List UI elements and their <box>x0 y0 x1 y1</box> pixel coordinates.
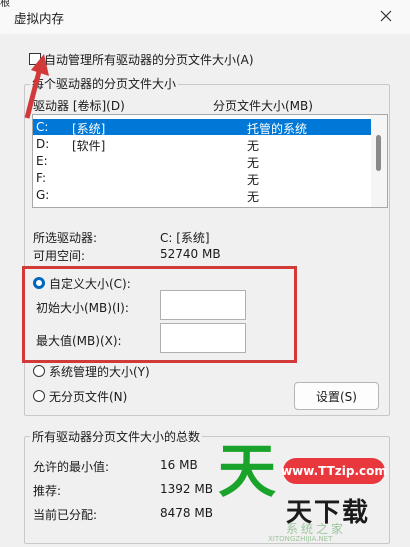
drive-letter: D: <box>36 137 50 151</box>
drive-volume-label: [软件] <box>72 139 106 153</box>
drive-paging-size: 无 <box>247 139 260 153</box>
set-button[interactable]: 设置(S) <box>294 382 379 410</box>
watermark-logo-glyph: 天 <box>218 437 277 505</box>
list-item[interactable]: G: 无 <box>33 187 371 204</box>
allocated-value: 8478 MB <box>160 506 213 520</box>
free-space-value: 52740 MB <box>160 247 221 261</box>
drive-letter: E: <box>36 154 48 168</box>
drive-letter: G: <box>36 188 50 202</box>
drive-list[interactable]: C: [系统] 托管的系统 D: [软件] 无 E: 无 F: 无 G: 无 <box>32 114 388 208</box>
close-icon <box>380 10 392 22</box>
system-managed-radio[interactable] <box>33 365 45 377</box>
free-space-label: 可用空间: <box>33 249 86 263</box>
system-managed-label: 系统管理的大小(Y) <box>49 365 150 379</box>
list-scrollbar[interactable] <box>371 115 387 207</box>
close-button[interactable] <box>372 4 400 28</box>
totals-group-legend: 所有驱动器分页文件大小的总数 <box>30 428 203 445</box>
drive-paging-size: 托管的系统 <box>247 122 308 136</box>
selected-drive-value: C: [系统] <box>160 231 210 245</box>
list-item[interactable]: D: [软件] 无 <box>33 136 371 153</box>
min-size-label: 允许的最小值: <box>33 460 110 474</box>
drive-letter: C: <box>36 120 49 134</box>
window-title: 虚拟内存 <box>14 11 65 26</box>
drive-group-legend: 每个驱动器的分页文件大小 <box>30 75 179 92</box>
drive-letter: F: <box>36 171 47 185</box>
drive-paging-size: 无 <box>247 190 260 204</box>
drive-volume-label: [系统] <box>72 122 106 136</box>
annotation-arrow-icon <box>24 54 49 119</box>
no-paging-label: 无分页文件(N) <box>49 390 128 404</box>
list-item[interactable]: F: 无 <box>33 170 371 187</box>
no-paging-radio[interactable] <box>33 390 45 402</box>
drive-paging-size: 无 <box>247 156 260 170</box>
title-cut-glyph: 根 <box>0 0 10 9</box>
selected-drive-label: 所选驱动器: <box>33 231 98 245</box>
min-size-value: 16 MB <box>160 458 198 472</box>
highlight-box <box>22 266 297 363</box>
list-item[interactable]: E: 无 <box>33 153 371 170</box>
recommended-label: 推荐: <box>33 484 62 498</box>
column-header-size: 分页文件大小(MB) <box>213 99 313 113</box>
watermark-url-badge: www.TTzip.com <box>281 458 387 484</box>
scrollbar-thumb[interactable] <box>376 135 381 171</box>
allocated-label: 当前已分配: <box>33 508 98 522</box>
recommended-value: 1392 MB <box>160 482 213 496</box>
drive-paging-size: 无 <box>247 173 260 187</box>
list-item[interactable]: C: [系统] 托管的系统 <box>33 119 371 136</box>
auto-manage-label: 自动管理所有驱动器的分页文件大小(A) <box>44 53 254 67</box>
watermark-pinyin: XITONGZHIJIA.NET <box>268 535 333 543</box>
